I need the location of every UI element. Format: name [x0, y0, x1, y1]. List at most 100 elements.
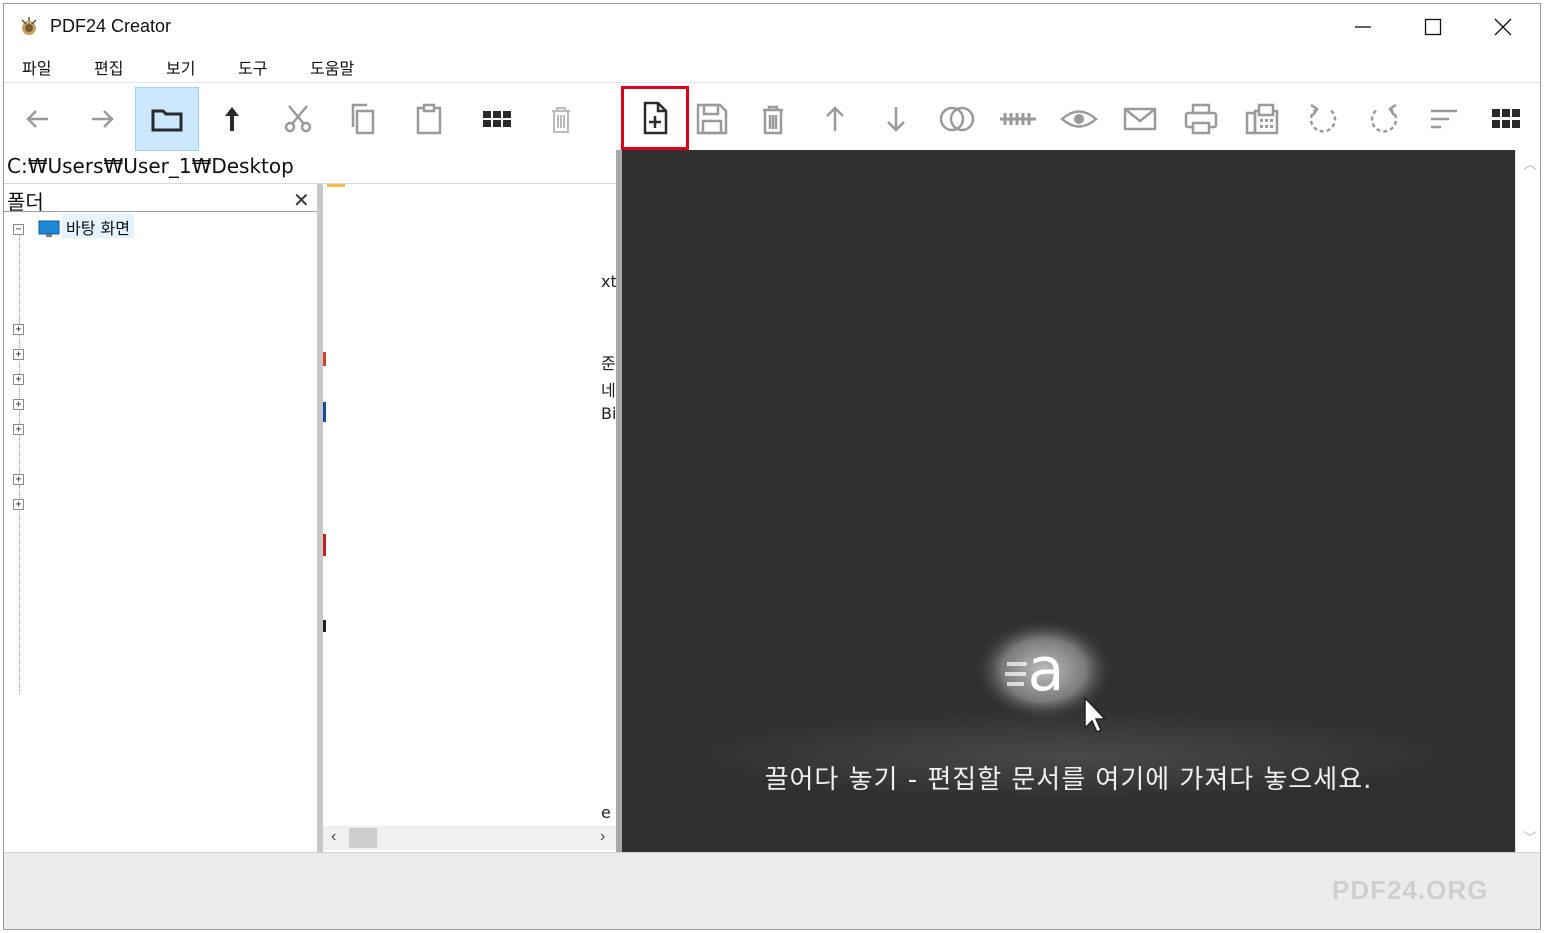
title-bar: PDF24 Creator	[4, 4, 1540, 50]
fax-button[interactable]	[1230, 87, 1294, 151]
copy-icon	[351, 103, 375, 135]
app-logo-icon	[21, 17, 37, 35]
expand-icon[interactable]: +	[13, 474, 24, 485]
menu-tools[interactable]: 도구	[238, 55, 267, 79]
back-button[interactable]	[6, 87, 70, 151]
preview-icon	[1060, 110, 1098, 128]
paste-button[interactable]	[397, 87, 461, 151]
delete-file-button[interactable]	[529, 87, 593, 151]
scroll-right-icon[interactable]: ›	[600, 828, 605, 846]
scroll-up-icon[interactable]: ︿	[1523, 154, 1537, 174]
window-title: PDF24 Creator	[50, 16, 172, 36]
drop-area[interactable]: a 끌어다 놓기 - 편집할 문서를 여기에 가져다 놓으세요.	[622, 150, 1515, 852]
trash-icon	[763, 105, 783, 135]
delete-icon	[552, 107, 570, 133]
file-icon	[323, 534, 326, 556]
move-up-icon	[826, 106, 844, 131]
close-icon	[1494, 18, 1512, 36]
menu-file[interactable]: 파일	[22, 55, 51, 79]
folder-icon	[151, 109, 183, 132]
folder-pane: 폴더 ✕ − 바탕 화면 + + + + + + +	[4, 184, 317, 852]
app-window: PDF24 Creator 파일 편집 보기 도구 도움말 C:₩Users₩U…	[3, 3, 1541, 930]
desktop-icon	[38, 220, 60, 237]
print-button[interactable]	[1169, 87, 1233, 151]
up-folder-button[interactable]	[200, 87, 264, 151]
split-icon	[1000, 113, 1036, 125]
tree-connector	[19, 234, 20, 694]
expand-icon[interactable]: +	[13, 374, 24, 385]
file-name-fragment[interactable]: xt	[601, 272, 616, 291]
maximize-button[interactable]	[1398, 4, 1468, 50]
svg-text:a: a	[1028, 635, 1065, 705]
save-button[interactable]	[680, 87, 744, 151]
tile-view-button[interactable]	[1474, 87, 1538, 151]
expand-icon[interactable]: +	[13, 399, 24, 410]
collapse-icon[interactable]: −	[13, 224, 24, 235]
email-button[interactable]	[1108, 87, 1172, 151]
tile-view-icon	[1492, 109, 1520, 128]
remove-page-button[interactable]	[741, 87, 805, 151]
maximize-icon	[1424, 18, 1442, 36]
file-icon	[323, 402, 326, 422]
list-view-button[interactable]	[1412, 87, 1476, 151]
move-down-icon	[887, 107, 905, 132]
file-name-fragment[interactable]: Bit	[601, 404, 616, 423]
file-marker	[327, 184, 345, 187]
rotate-right-icon	[1370, 103, 1398, 133]
file-icon	[323, 620, 326, 632]
copy-button[interactable]	[331, 87, 395, 151]
tree-item-desktop[interactable]: 바탕 화면	[62, 214, 134, 238]
folder-close-icon[interactable]: ✕	[293, 188, 310, 213]
scroll-left-icon[interactable]: ‹	[331, 828, 336, 846]
minimize-icon	[1355, 26, 1371, 28]
forward-arrow-icon	[92, 110, 114, 128]
file-icon	[323, 352, 326, 366]
scroll-thumb[interactable]	[349, 828, 377, 848]
close-button[interactable]	[1468, 4, 1538, 50]
email-icon	[1123, 107, 1157, 131]
file-name-fragment[interactable]: e	[601, 803, 611, 822]
split-button[interactable]	[986, 87, 1050, 151]
menu-help[interactable]: 도움말	[310, 55, 354, 79]
toolbar	[4, 82, 1540, 151]
cut-icon	[284, 105, 312, 133]
expand-icon[interactable]: +	[13, 349, 24, 360]
merge-button[interactable]	[925, 87, 989, 151]
grid-view-button[interactable]	[465, 87, 529, 151]
print-icon	[1184, 103, 1218, 135]
file-name-fragment[interactable]: 네	[601, 377, 616, 401]
expand-icon[interactable]: +	[13, 499, 24, 510]
open-folder-button[interactable]	[135, 87, 199, 151]
fax-icon	[1245, 103, 1279, 135]
folder-header: 폴더 ✕	[4, 184, 317, 214]
grid-view-icon	[483, 111, 511, 127]
paste-icon	[416, 103, 442, 135]
up-folder-icon	[225, 107, 239, 131]
list-view-icon	[1431, 109, 1457, 129]
vertical-scrollbar[interactable]: ︿ ﹀	[1515, 150, 1540, 852]
new-document-button[interactable]	[621, 86, 689, 150]
menu-view[interactable]: 보기	[166, 55, 195, 79]
cut-button[interactable]	[266, 87, 330, 151]
rotate-right-button[interactable]	[1352, 87, 1416, 151]
merge-icon	[939, 106, 975, 132]
status-bar: PDF24.ORG	[4, 852, 1540, 929]
menu-edit[interactable]: 편집	[94, 55, 123, 79]
forward-button[interactable]	[70, 87, 134, 151]
path-bar[interactable]: C:₩Users₩User_1₩Desktop	[4, 150, 616, 184]
menu-bar: 파일 편집 보기 도구 도움말	[4, 50, 1540, 80]
move-up-button[interactable]	[803, 87, 867, 151]
save-icon	[696, 103, 728, 135]
expand-icon[interactable]: +	[13, 324, 24, 335]
back-arrow-icon	[26, 110, 48, 128]
minimize-button[interactable]	[1328, 4, 1398, 50]
folder-title: 폴더	[7, 190, 44, 214]
move-down-button[interactable]	[864, 87, 928, 151]
rotate-left-button[interactable]	[1291, 87, 1355, 151]
rotate-left-icon	[1309, 103, 1337, 133]
preview-button[interactable]	[1047, 87, 1111, 151]
expand-icon[interactable]: +	[13, 424, 24, 435]
file-name-fragment[interactable]: 준	[601, 350, 616, 374]
scroll-down-icon[interactable]: ﹀	[1523, 828, 1537, 848]
horizontal-scrollbar[interactable]: ‹ ›	[323, 826, 616, 850]
